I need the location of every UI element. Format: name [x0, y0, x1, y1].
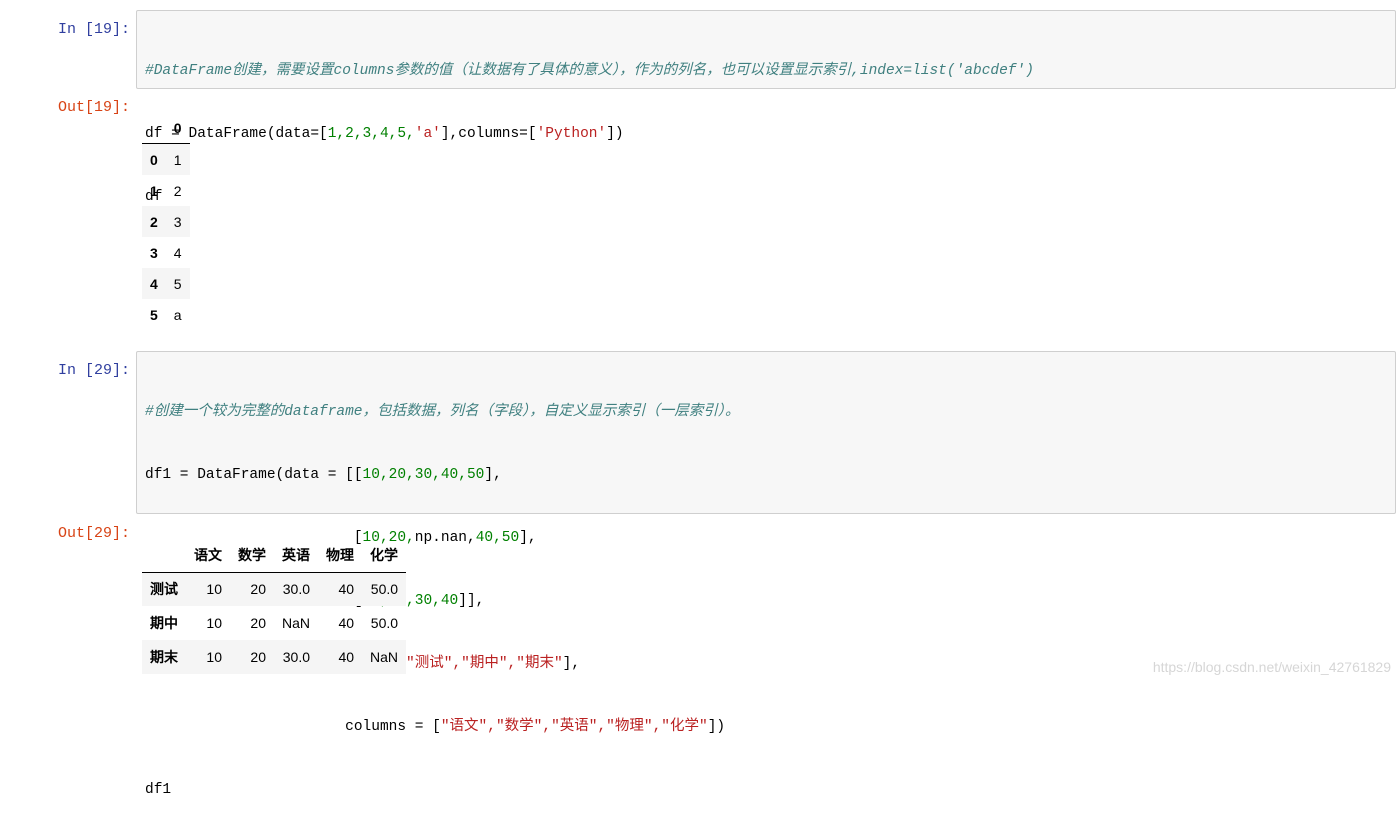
table-cell: 10: [206, 649, 222, 665]
code-comment: #DataFrame创建，需要设置columns参数的值（让数据有了具体的意义）…: [145, 63, 1034, 79]
input-prompt: In [19]:: [57, 21, 130, 38]
row-index: 2: [150, 213, 158, 230]
input-prompt: In [29]:: [57, 362, 130, 379]
table-cell: 10: [206, 615, 222, 631]
table-row: 期中 10 20 NaN 40 50.0: [142, 606, 406, 640]
code-numbers: 1,2,3,4,5,: [327, 126, 415, 142]
code-text: ]): [707, 719, 726, 735]
column-header: 语文: [186, 538, 230, 573]
table-cell: 10: [206, 581, 222, 598]
table-row: 期末 10 20 30.0 40 NaN: [142, 640, 407, 674]
table-cell: 30.0: [282, 649, 311, 665]
dataframe-output-29: 语文 数学 英语 物理 化学 测试 10 20 30.0 40 50.0 期中 …: [142, 538, 407, 674]
table-cell: NaN: [282, 615, 311, 631]
code-text: ]],: [458, 593, 485, 609]
column-header: 物理: [318, 538, 363, 573]
code-text: ],: [484, 467, 502, 483]
row-index: 4: [150, 275, 158, 292]
table-cell: a: [173, 306, 182, 323]
table-row: 45: [142, 268, 190, 299]
table-cell: 40: [338, 615, 355, 631]
code-text: ],columns=[: [440, 126, 537, 142]
table-row: 23: [142, 206, 190, 237]
column-header: 数学: [230, 538, 274, 573]
table-row: 5a: [142, 299, 190, 330]
row-index: 3: [150, 244, 158, 261]
code-text: np.nan,: [414, 530, 476, 546]
dataframe-output-19: 0 01 12 23 34 45 5a: [142, 112, 190, 330]
column-header: 0: [165, 112, 190, 144]
code-string: 'Python': [536, 126, 607, 142]
table-cell: 40: [338, 581, 355, 598]
table-cell: 20: [250, 649, 266, 665]
index-header: [142, 112, 166, 144]
watermark: https://blog.csdn.net/weixin_42761829: [1152, 659, 1391, 675]
row-index: 期末: [150, 649, 178, 665]
table-cell: 2: [173, 182, 182, 199]
table-cell: 1: [173, 151, 182, 168]
table-cell: 50.0: [370, 615, 399, 631]
table-row: 01: [142, 143, 190, 175]
code-text: df1: [145, 782, 172, 798]
table-row: 12: [142, 175, 190, 206]
table-cell: 3: [173, 213, 182, 230]
table-cell: 40: [338, 649, 355, 665]
code-text: ],: [562, 656, 581, 672]
output-prompt: Out[29]:: [57, 525, 130, 542]
table-cell: 30.0: [282, 581, 311, 598]
code-text: df1 = DataFrame(data = [[: [145, 467, 363, 483]
row-index: 期中: [150, 615, 178, 631]
index-header: [142, 538, 186, 573]
row-index: 5: [150, 306, 158, 323]
row-index: 测试: [150, 581, 178, 598]
code-numbers: 10,20,30,40,50: [362, 467, 485, 483]
code-text: ],: [519, 530, 537, 546]
row-index: 1: [150, 182, 158, 199]
table-cell: 4: [173, 244, 182, 261]
output-prompt: Out[19]:: [57, 99, 130, 116]
row-index: 0: [150, 151, 158, 168]
code-cell-29[interactable]: #创建一个较为完整的dataframe，包括数据，列名（字段），自定义显示索引（…: [136, 351, 1396, 798]
table-cell: 20: [250, 615, 266, 631]
table-cell: 50.0: [370, 581, 399, 598]
code-cell-19[interactable]: #DataFrame创建，需要设置columns参数的值（让数据有了具体的意义）…: [136, 10, 1396, 205]
code-numbers: 40,50: [475, 530, 520, 546]
code-string: "测试","期中","期末": [406, 656, 563, 672]
table-cell: NaN: [370, 649, 399, 665]
table-row: 34: [142, 237, 190, 268]
table-row: 测试 10 20 30.0 40 50.0: [142, 572, 407, 606]
column-header: 化学: [362, 538, 407, 573]
code-text: ]): [606, 126, 624, 142]
table-cell: 5: [173, 275, 182, 292]
code-comment: #创建一个较为完整的dataframe，包括数据，列名（字段），自定义显示索引（…: [145, 404, 740, 420]
column-header: 英语: [274, 538, 319, 573]
table-cell: 20: [250, 581, 266, 598]
code-text: columns = [: [145, 719, 441, 735]
code-string: 'a': [414, 126, 441, 142]
code-string: "语文","数学","英语","物理","化学": [440, 719, 708, 735]
